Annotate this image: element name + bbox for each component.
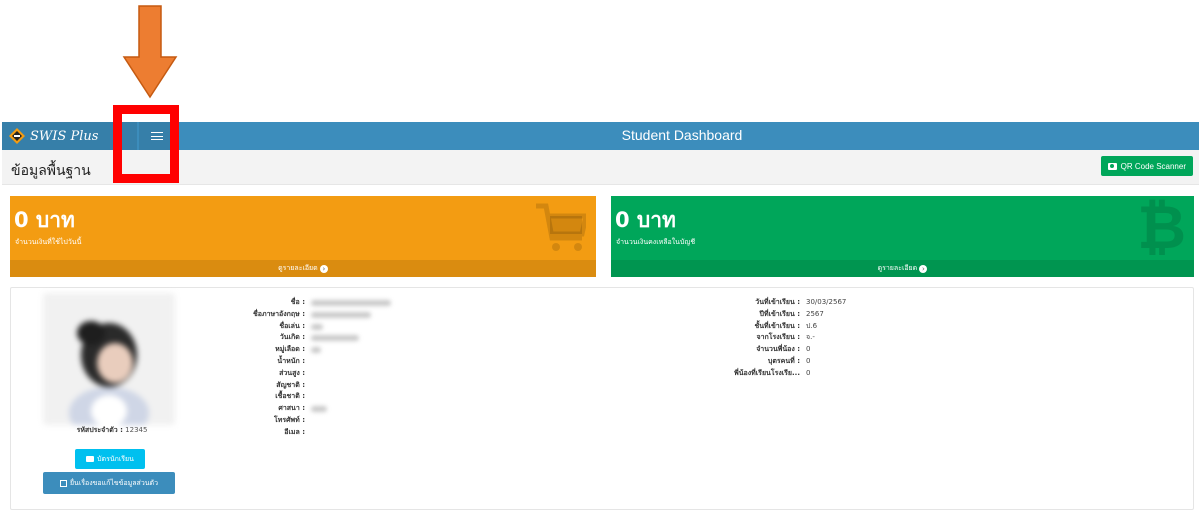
- info-value: [308, 415, 311, 427]
- balance-amount: 0 บาท: [615, 208, 676, 232]
- info-row: ปีที่เข้าเรียน : 2567: [675, 309, 846, 321]
- student-profile-panel: รหัสประจำตัว : 12345 บัตรนักเรียน ยื่นเร…: [10, 287, 1194, 510]
- info-value: [308, 368, 311, 380]
- bitcoin-icon: ₿: [1137, 196, 1186, 263]
- info-row: วันเกิด :: [216, 332, 391, 344]
- info-value: 2567: [806, 309, 824, 318]
- personal-info-list: ชื่อ : ชื่อภาษาอังกฤษ : ชื่อเล่น : วันเก…: [216, 297, 391, 439]
- info-label: วันเกิด :: [279, 333, 305, 342]
- shopping-cart-icon: [536, 203, 586, 251]
- info-row: เชื้อชาติ :: [216, 391, 391, 403]
- info-value: [308, 356, 311, 368]
- info-value-redacted: [308, 332, 359, 344]
- info-value-redacted: [308, 403, 327, 415]
- balance-label: จำนวนเงินคงเหลือในบัญชี: [616, 238, 696, 246]
- info-label: เชื้อชาติ :: [275, 392, 305, 401]
- top-navbar: SWIS Plus Student Dashboard: [2, 122, 1199, 150]
- brand-name: SWIS Plus: [30, 128, 99, 144]
- info-value: 0: [806, 345, 811, 354]
- info-value: 30/03/2567: [806, 298, 847, 306]
- edit-icon: [59, 479, 67, 487]
- info-value: 0: [806, 356, 811, 365]
- qr-button-label: QR Code Scanner: [1120, 161, 1186, 171]
- details-link-label: ดูรายละเอียด: [278, 264, 318, 272]
- info-row: ส่วนสูง :: [216, 368, 391, 380]
- info-value: [308, 391, 311, 403]
- info-label: ชื่อภาษาอังกฤษ :: [253, 309, 305, 318]
- info-label: วันที่เข้าเรียน :: [755, 298, 800, 306]
- info-label: ปีที่เข้าเรียน :: [759, 309, 800, 318]
- info-value: ป.6: [806, 321, 818, 330]
- info-row: จากโรงเรียน : จ.-: [675, 332, 846, 344]
- info-value-redacted: [308, 321, 323, 333]
- info-label: หมู่เลือด :: [275, 345, 305, 354]
- page-title: ข้อมูลพื้นฐาน: [11, 163, 91, 179]
- info-row: พี่น้องที่เรียนโรงเรีย... 0: [675, 368, 846, 380]
- balance-details-link[interactable]: ดูรายละเอียด ›: [611, 260, 1194, 277]
- spent-today-details-link[interactable]: ดูรายละเอียด ›: [10, 260, 596, 277]
- info-row: ชื่อเล่น :: [216, 321, 391, 333]
- info-label: สัญชาติ :: [276, 380, 305, 389]
- info-value-redacted: [308, 297, 391, 309]
- info-row: อีเมล :: [216, 427, 391, 439]
- student-code-value: 12345: [125, 426, 148, 434]
- info-label: โทรศัพท์ :: [273, 415, 305, 424]
- info-label: จากโรงเรียน :: [756, 333, 800, 342]
- info-row: ชั้นที่เข้าเรียน : ป.6: [675, 321, 846, 333]
- qr-code-scanner-button[interactable]: QR Code Scanner: [1100, 156, 1193, 176]
- request-edit-info-button[interactable]: ยื่นเรื่องขอแก้ไขข้อมูลส่วนตัว: [43, 472, 175, 494]
- spent-today-label: จำนวนเงินที่ใช้ไปวันนี้: [15, 238, 82, 246]
- info-row: วันที่เข้าเรียน : 30/03/2567: [675, 297, 846, 309]
- student-card-button[interactable]: บัตรนักเรียน: [75, 449, 145, 469]
- info-value: [308, 427, 311, 439]
- id-card-icon: [86, 456, 95, 462]
- info-label: ส่วนสูง :: [279, 368, 305, 377]
- annotation-arrow-icon: [122, 5, 178, 99]
- info-value-redacted: [308, 309, 371, 321]
- info-label: พี่น้องที่เรียนโรงเรีย...: [734, 368, 800, 377]
- logo-icon: [9, 128, 25, 144]
- info-row: บุตรคนที่ : 0: [675, 356, 846, 368]
- arrow-circle-right-icon: ›: [319, 265, 328, 273]
- arrow-circle-right-icon: ›: [919, 265, 928, 273]
- content-header: ข้อมูลพื้นฐาน QR Code Scanner: [2, 150, 1199, 185]
- info-value: จ.-: [806, 333, 815, 342]
- student-code-label: รหัสประจำตัว :: [76, 426, 123, 434]
- info-value: [308, 380, 311, 392]
- enrollment-info-list: วันที่เข้าเรียน : 30/03/2567 ปีที่เข้าเรี…: [675, 297, 846, 380]
- info-row: ชื่อ :: [216, 297, 391, 309]
- navbar-title: Student Dashboard: [621, 127, 743, 143]
- info-row: ชื่อภาษาอังกฤษ :: [216, 309, 391, 321]
- info-label: ชื่อเล่น :: [279, 321, 305, 330]
- spent-today-amount: 0 บาท: [14, 208, 75, 232]
- info-row: หมู่เลือด :: [216, 344, 391, 356]
- info-label: จำนวนพี่น้อง :: [756, 345, 800, 354]
- info-row: สัญชาติ :: [216, 380, 391, 392]
- balance-box: 0 บาท จำนวนเงินคงเหลือในบัญชี ₿ ดูรายละเ…: [611, 196, 1194, 277]
- info-row: โทรศัพท์ :: [216, 415, 391, 427]
- info-row: จำนวนพี่น้อง : 0: [675, 344, 846, 356]
- spent-today-box: 0 บาท จำนวนเงินที่ใช้ไปวันนี้ ดูรายละเอี…: [10, 196, 596, 277]
- camera-icon: [1107, 162, 1117, 170]
- info-value-redacted: [308, 344, 321, 356]
- request-edit-label: ยื่นเรื่องขอแก้ไขข้อมูลส่วนตัว: [69, 478, 159, 487]
- info-row: น้ำหนัก :: [216, 356, 391, 368]
- info-value: 0: [806, 368, 811, 377]
- info-label: ชั้นที่เข้าเรียน :: [754, 321, 800, 330]
- annotation-highlight-box: [113, 105, 179, 183]
- info-label: ศาสนา :: [278, 404, 305, 413]
- info-label: ชื่อ :: [290, 298, 305, 306]
- info-label: น้ำหนัก :: [277, 356, 305, 365]
- info-label: อีเมล :: [284, 427, 305, 436]
- info-row: ศาสนา :: [216, 403, 391, 415]
- student-card-label: บัตรนักเรียน: [97, 454, 134, 463]
- student-code: รหัสประจำตัว : 12345: [47, 425, 177, 436]
- info-label: บุตรคนที่ :: [767, 356, 800, 365]
- student-photo: [43, 293, 175, 425]
- details-link-label: ดูรายละเอียด: [877, 264, 918, 272]
